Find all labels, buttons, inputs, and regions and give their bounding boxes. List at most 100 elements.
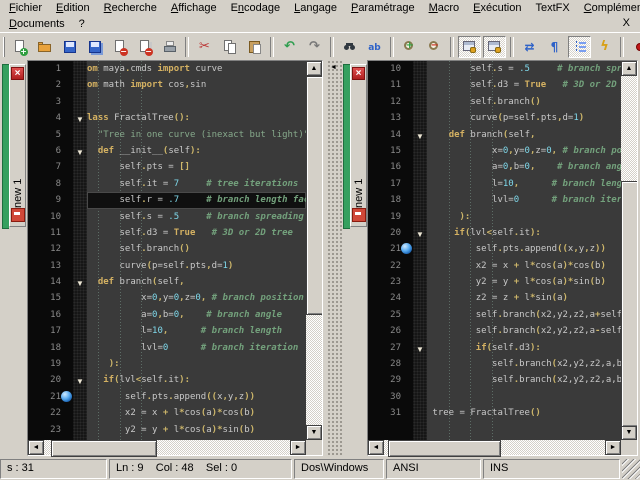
- scrollbar-track[interactable]: [621, 76, 637, 425]
- code-line[interactable]: self.d3 = True # 3D or 2D tree: [87, 225, 306, 241]
- print-button[interactable]: [158, 36, 181, 58]
- code-token[interactable]: l: [519, 261, 530, 271]
- code-token[interactable]: ,: [179, 277, 184, 287]
- line-number[interactable]: 21: [28, 389, 73, 405]
- code-token[interactable]: self: [87, 244, 141, 254]
- fold-cell[interactable]: [413, 143, 427, 159]
- menu-item--[interactable]: ?: [72, 17, 92, 31]
- fold-cell[interactable]: [73, 307, 87, 323]
- code-token[interactable]: ): [563, 293, 568, 303]
- scrollbar-thumb[interactable]: [51, 440, 156, 457]
- code-token[interactable]: self: [87, 162, 141, 172]
- fold-cell[interactable]: [73, 241, 87, 257]
- code-line[interactable]: self.branch(x2,y2,z2,a,b+self.s,l*self.r…: [427, 356, 621, 372]
- code-token[interactable]: ((: [206, 392, 217, 402]
- code-token[interactable]: self: [427, 64, 492, 74]
- line-number[interactable]: 17: [28, 323, 73, 339]
- code-token[interactable]: branch: [147, 244, 180, 254]
- code-token[interactable]: (): [530, 97, 541, 107]
- macro-record-button[interactable]: [628, 36, 640, 58]
- code-token[interactable]: import: [130, 80, 163, 90]
- code-token[interactable]: ): [579, 113, 584, 123]
- open-file-button[interactable]: [33, 36, 56, 58]
- code-token[interactable]: z=: [185, 293, 196, 303]
- line-number[interactable]: 19: [28, 356, 73, 372]
- horizontal-scrollbar[interactable]: ◄ ►: [368, 440, 637, 455]
- menu-item-compl-ments[interactable]: Compléments: [577, 1, 640, 15]
- code-token[interactable]: math: [98, 80, 131, 90]
- code-token[interactable]: [87, 146, 98, 156]
- code-line[interactable]: a=0,b=0, # branch angle: [427, 159, 621, 175]
- code-token[interactable]: l: [168, 425, 179, 435]
- fold-collapse-icon[interactable]: ▼: [76, 377, 84, 386]
- line-number[interactable]: 13: [368, 110, 413, 126]
- code-token[interactable]: )): [595, 244, 606, 254]
- line-number-margin[interactable]: 1234567891011121314151617181920212223: [28, 61, 73, 440]
- line-number[interactable]: 27: [368, 340, 413, 356]
- code-token[interactable]: [427, 212, 460, 222]
- code-token[interactable]: def: [98, 146, 114, 156]
- menu-item-affichage[interactable]: Affichage: [164, 1, 224, 15]
- code-token[interactable]: # tree iterations: [179, 179, 298, 189]
- code-token[interactable]: __init__: [114, 146, 163, 156]
- fold-cell[interactable]: ▼: [413, 127, 427, 143]
- code-line[interactable]: ):: [87, 356, 306, 372]
- fold-cell[interactable]: [73, 258, 87, 274]
- save-all-button[interactable]: [83, 36, 106, 58]
- code-token[interactable]: if: [103, 375, 114, 385]
- line-number[interactable]: 6: [28, 143, 73, 159]
- bookmark-icon[interactable]: [61, 391, 72, 402]
- menu-item-param-trage[interactable]: Paramétrage: [344, 1, 422, 15]
- code-token[interactable]: # branch spreading: [179, 212, 304, 222]
- code-token[interactable]: r =: [147, 195, 169, 205]
- line-number[interactable]: 30: [368, 389, 413, 405]
- code-line[interactable]: self.branch(x2,y2,z2,a+self.s,b,l*self.r…: [427, 307, 621, 323]
- fold-margin[interactable]: ▼▼▼▼: [73, 61, 87, 440]
- code-token[interactable]: "Tree in one curve (inexact but light)": [87, 130, 306, 140]
- code-token[interactable]: om: [87, 80, 98, 90]
- scroll-up-button[interactable]: ▲: [621, 61, 637, 76]
- find-button[interactable]: [338, 36, 361, 58]
- code-token[interactable]: lvl: [120, 375, 136, 385]
- line-number[interactable]: 12: [368, 94, 413, 110]
- line-number[interactable]: 9: [28, 192, 73, 208]
- code-token[interactable]: cos: [163, 80, 185, 90]
- fold-cell[interactable]: [73, 323, 87, 339]
- code-token[interactable]: l: [168, 408, 179, 418]
- scroll-left-button[interactable]: ◄: [28, 440, 44, 455]
- code-token[interactable]: [427, 228, 454, 238]
- fold-cell[interactable]: [73, 176, 87, 192]
- show-all-characters-button[interactable]: [543, 36, 566, 58]
- code-line[interactable]: y2 = y + l*cos(a)*sin(b): [87, 422, 306, 438]
- line-number[interactable]: 18: [28, 340, 73, 356]
- code-token[interactable]: l: [519, 293, 530, 303]
- toolbar-grip[interactable]: [3, 37, 5, 57]
- code-line[interactable]: self.pts.append((x,y,z)): [427, 241, 621, 257]
- fold-cell[interactable]: [413, 192, 427, 208]
- code-line[interactable]: curve(p=self.pts,d=1): [427, 110, 621, 126]
- code-line-current[interactable]: self.r = .7 # branch length factor: [87, 192, 306, 208]
- code-token[interactable]: it: [168, 375, 179, 385]
- code-token[interactable]: self: [87, 212, 141, 222]
- code-token[interactable]: True: [174, 228, 196, 238]
- code-line[interactable]: l=10, # branch length: [427, 176, 621, 192]
- code-line[interactable]: om maya.cmds import curve: [87, 61, 306, 77]
- code-token[interactable]: append: [525, 244, 558, 254]
- code-token[interactable]: pts: [541, 113, 557, 123]
- line-number[interactable]: 25: [368, 307, 413, 323]
- code-token[interactable]: branch: [114, 277, 152, 287]
- code-token[interactable]: ,: [530, 130, 535, 140]
- line-number[interactable]: 31: [368, 405, 413, 421]
- code-line[interactable]: ):: [427, 209, 621, 225]
- code-token[interactable]: self: [157, 277, 179, 287]
- code-line[interactable]: self.pts = []: [87, 159, 306, 175]
- code-token[interactable]: self: [427, 375, 514, 385]
- code-token[interactable]: l=: [87, 326, 152, 336]
- code-token[interactable]: cos: [535, 277, 551, 287]
- code-line[interactable]: if(lvl<self.it):: [87, 372, 306, 388]
- code-token[interactable]: self: [427, 310, 497, 320]
- line-number[interactable]: 8: [28, 176, 73, 192]
- code-token[interactable]: s =: [497, 64, 519, 74]
- fold-cell[interactable]: [73, 356, 87, 372]
- scroll-down-button[interactable]: ▼: [621, 425, 637, 440]
